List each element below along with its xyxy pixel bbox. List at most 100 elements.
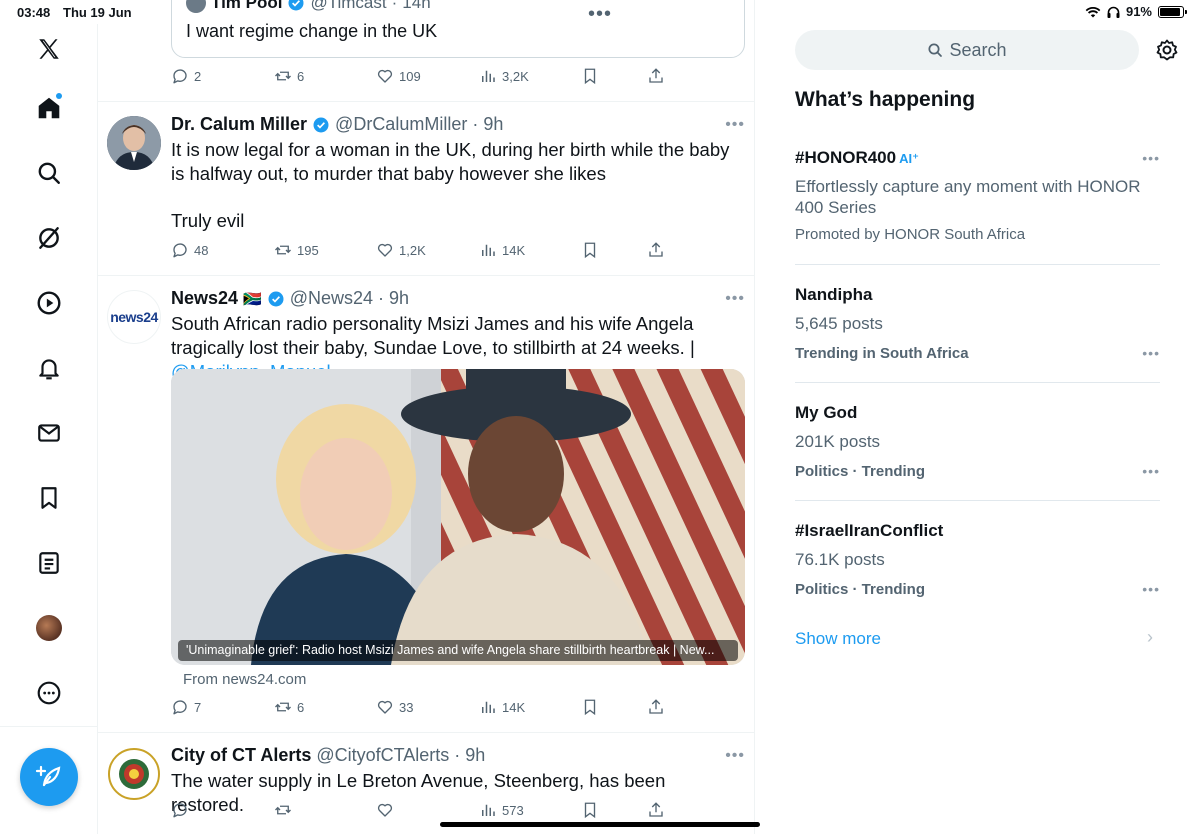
separator-dot: ·	[472, 114, 479, 134]
views-button[interactable]: 573	[479, 801, 524, 819]
notifications-bell-icon[interactable]	[28, 347, 70, 389]
post-time[interactable]: 9h	[389, 288, 409, 309]
trend-item-promoted[interactable]: #HONOR400 AI⁺ ••• Effortlessly capture an…	[795, 132, 1160, 265]
grok-icon[interactable]	[28, 217, 70, 259]
bookmark-button[interactable]	[581, 241, 599, 259]
home-icon[interactable]	[28, 87, 70, 129]
quoted-dot: ·	[391, 0, 398, 12]
views-button[interactable]: 14K	[479, 241, 525, 259]
author-handle[interactable]: @DrCalumMiller	[335, 114, 467, 135]
like-button[interactable]: 1,2K	[376, 241, 426, 259]
repost-button[interactable]: 6	[274, 67, 304, 85]
reply-button[interactable]: 2	[171, 67, 201, 85]
views-chart-icon	[482, 70, 495, 82]
views-button[interactable]: 3,2K	[479, 67, 529, 85]
post-time[interactable]: 9h	[465, 745, 485, 766]
share-button[interactable]	[647, 801, 665, 819]
search-placeholder: Search	[949, 39, 1007, 60]
quoted-more-icon[interactable]: •••	[588, 3, 612, 26]
bookmark-button[interactable]	[581, 801, 599, 819]
more-icon[interactable]: •••	[725, 116, 745, 134]
tweet[interactable]: City of CT Alerts @CityofCTAlerts · 9h •…	[98, 733, 754, 834]
profile-avatar[interactable]	[28, 607, 70, 649]
more-options-icon[interactable]	[28, 672, 70, 714]
repost-icon	[275, 71, 291, 81]
x-logo-icon[interactable]	[28, 28, 70, 70]
reply-icon	[173, 69, 187, 84]
reply-button[interactable]	[171, 801, 189, 819]
trend-item[interactable]: Nandipha 5,645 posts Trending in South A…	[795, 265, 1160, 383]
repost-button[interactable]	[274, 801, 292, 819]
trend-description: Effortlessly capture any moment with HON…	[795, 177, 1141, 217]
tweet-actions: 48 195 1,2K 14K	[171, 241, 671, 261]
verified-badge-icon	[288, 0, 304, 11]
author-name[interactable]: News24	[171, 288, 238, 309]
share-button[interactable]	[647, 698, 665, 716]
share-button[interactable]	[647, 241, 665, 259]
author-name[interactable]: Dr. Calum Miller	[171, 114, 307, 135]
compose-post-button[interactable]	[20, 748, 78, 806]
repost-button[interactable]: 6	[274, 698, 304, 716]
flag-emoji: 🇿🇦	[243, 290, 262, 308]
bookmark-icon	[584, 802, 596, 819]
repost-icon	[275, 805, 291, 815]
like-button[interactable]: 109	[376, 67, 421, 85]
quoted-post[interactable]: Tim Pool @Timcast · 14h I want regime ch…	[171, 0, 745, 58]
reply-button[interactable]: 7	[171, 698, 201, 716]
notification-dot	[56, 93, 62, 99]
bookmark-button[interactable]	[581, 698, 599, 716]
reply-button[interactable]: 48	[171, 241, 208, 259]
lists-icon[interactable]	[28, 542, 70, 584]
tweet[interactable]: news24 News24 🇿🇦 @News24 · 9h ••• South …	[98, 276, 754, 733]
heart-icon	[377, 700, 393, 714]
views-chart-icon	[482, 701, 495, 713]
tweet-text: It is now legal for a woman in the UK, d…	[171, 139, 730, 184]
tweet[interactable]: Dr. Calum Miller @DrCalumMiller · 9h •••…	[98, 102, 754, 276]
views-count: 573	[502, 802, 524, 818]
more-icon[interactable]: •••	[1142, 345, 1160, 361]
home-indicator[interactable]	[440, 822, 760, 827]
more-icon[interactable]: •••	[1142, 150, 1160, 166]
like-button[interactable]: 33	[376, 698, 413, 716]
quoted-name: Tim Pool	[211, 0, 283, 12]
post-time[interactable]: 9h	[483, 114, 503, 135]
repost-icon	[275, 702, 291, 712]
link-card-image[interactable]: 'Unimaginable grief': Radio host Msizi J…	[171, 369, 745, 665]
tweet-actions: 2 6 109 3,2K	[171, 67, 671, 87]
avatar[interactable]: news24	[107, 290, 161, 344]
more-icon[interactable]: •••	[1142, 463, 1160, 479]
reply-icon	[173, 803, 187, 818]
bookmark-icon	[584, 242, 596, 259]
quoted-time: 14h	[402, 0, 431, 12]
views-button[interactable]: 14K	[479, 698, 525, 716]
more-icon[interactable]: •••	[725, 747, 745, 765]
bookmarks-icon[interactable]	[28, 477, 70, 519]
tweet-header: Dr. Calum Miller @DrCalumMiller · 9h	[171, 114, 503, 135]
author-handle[interactable]: @News24	[290, 288, 373, 309]
like-button[interactable]	[376, 801, 394, 819]
avatar[interactable]	[107, 747, 161, 801]
trend-item[interactable]: My God 201K posts Politics · Trending ••…	[795, 383, 1160, 501]
bookmark-button[interactable]	[581, 67, 599, 85]
tweet-partial[interactable]: Tim Pool @Timcast · 14h I want regime ch…	[98, 0, 754, 102]
author-name[interactable]: City of CT Alerts	[171, 745, 311, 766]
link-source[interactable]: From news24.com	[183, 671, 306, 688]
show-more-link[interactable]: Show more	[795, 629, 881, 649]
verified-badge-icon	[268, 291, 284, 306]
settings-gear-icon[interactable]	[1155, 38, 1179, 62]
trend-post-count: 5,645 posts	[795, 314, 883, 333]
trend-post-count: 76.1K posts	[795, 550, 885, 569]
author-handle[interactable]: @CityofCTAlerts	[316, 745, 449, 766]
repost-button[interactable]: 195	[274, 241, 319, 259]
trend-item[interactable]: #IsraelIranConflict 76.1K posts Politics…	[795, 501, 1160, 619]
search-icon[interactable]	[28, 152, 70, 194]
messages-envelope-icon[interactable]	[28, 412, 70, 454]
share-button[interactable]	[647, 67, 665, 85]
more-icon[interactable]: •••	[725, 290, 745, 308]
reply-icon	[173, 243, 187, 258]
avatar[interactable]	[107, 116, 161, 170]
tweet-header: News24 🇿🇦 @News24 · 9h	[171, 288, 409, 309]
video-icon[interactable]	[28, 282, 70, 324]
search-input[interactable]: Search	[795, 30, 1139, 70]
more-icon[interactable]: •••	[1142, 581, 1160, 597]
